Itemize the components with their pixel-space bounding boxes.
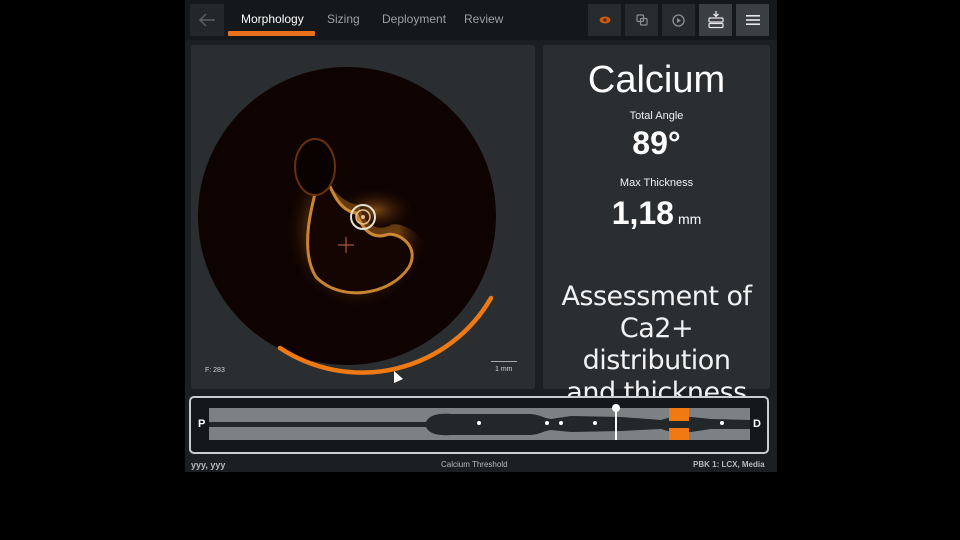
menu-icon (745, 15, 760, 25)
oct-app-window: Morphology Sizing Deployment Review F: 2… (185, 0, 777, 472)
compare-button[interactable] (625, 4, 658, 36)
longitudinal-vessel-profile[interactable] (191, 398, 767, 452)
play-icon (672, 13, 685, 27)
cursor-pointer-icon (394, 371, 403, 383)
total-angle-label: Total Angle (629, 110, 684, 122)
branch-marker (545, 421, 549, 425)
scale-bar (491, 361, 517, 362)
calcium-metrics-panel: Calcium Total Angle 89° Max Thickness 1,… (543, 45, 770, 408)
threshold-label: Calcium Threshold (441, 460, 508, 469)
tab-morphology[interactable]: Morphology (241, 12, 304, 26)
max-thickness-unit: mm (677, 211, 702, 227)
catheter-center (361, 215, 365, 219)
calcium-segment-lumen (669, 421, 689, 428)
view-toggle-button[interactable] (588, 4, 621, 36)
side-branch (294, 138, 336, 196)
panel-title: Calcium (587, 59, 726, 101)
arrow-left-icon (198, 13, 215, 27)
branch-marker (477, 421, 481, 425)
play-button[interactable] (662, 4, 695, 36)
branch-marker (593, 421, 597, 425)
longitudinal-view[interactable]: P D (189, 396, 769, 454)
frame-position-handle[interactable] (612, 404, 620, 412)
tab-sizing[interactable]: Sizing (327, 12, 360, 26)
top-navigation-bar: Morphology Sizing Deployment Review (185, 0, 777, 40)
oct-cross-section-panel: F: 283 1 mm (191, 45, 535, 389)
tab-deployment[interactable]: Deployment (382, 12, 446, 26)
oct-image[interactable] (191, 45, 535, 389)
copy-layers-icon (635, 14, 648, 26)
scale-label: 1 mm (495, 366, 513, 373)
max-thickness-value: 1,18 (611, 195, 674, 231)
active-tab-indicator (228, 31, 315, 36)
assessment-line: Assessment of (561, 281, 752, 312)
footer-left-text: yyy, yyy (191, 460, 226, 470)
assessment-line: Ca2+ distribution (582, 313, 731, 376)
menu-button[interactable] (736, 4, 769, 36)
pullback-info: PBK 1: LCX, Media (693, 460, 765, 469)
export-button[interactable] (699, 4, 732, 36)
download-stack-icon (707, 11, 724, 29)
back-button[interactable] (190, 4, 224, 36)
tab-review[interactable]: Review (464, 12, 503, 26)
assessment-caption: Assessment of Ca2+ distribution and thic… (543, 281, 770, 409)
total-angle-value: 89° (632, 125, 681, 161)
frame-number: F: 283 (205, 367, 225, 374)
max-thickness-label: Max Thickness (619, 177, 694, 189)
eye-icon (599, 16, 610, 24)
max-thickness-readout: 1,18 mm (543, 195, 770, 232)
branch-marker (559, 421, 563, 425)
branch-marker (720, 421, 724, 425)
